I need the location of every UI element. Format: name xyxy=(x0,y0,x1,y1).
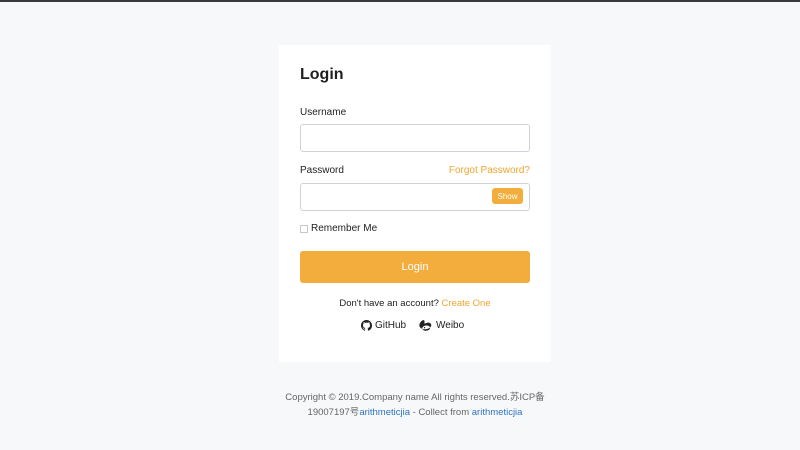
footer-author-link[interactable]: arithmeticjia xyxy=(359,407,410,418)
login-card: Login Username Password Forgot Password?… xyxy=(279,45,551,362)
show-password-button[interactable]: Show xyxy=(492,188,523,204)
footer-copyright: Copyright © 2019.Company name All rights… xyxy=(285,392,545,403)
weibo-icon xyxy=(419,320,432,331)
footer-icp-number: 19007197号 xyxy=(307,407,360,418)
footer-collect-text: - Collect from xyxy=(410,407,472,418)
signup-prompt-text: Don't have an account? xyxy=(339,298,439,309)
create-account-link[interactable]: Create One xyxy=(442,298,491,309)
login-button[interactable]: Login xyxy=(300,251,530,283)
login-title: Login xyxy=(300,66,344,83)
password-label: Password xyxy=(300,165,344,176)
username-input[interactable] xyxy=(300,124,530,152)
top-border xyxy=(0,0,800,2)
weibo-login[interactable]: Weibo xyxy=(419,320,464,331)
footer: Copyright © 2019.Company name All rights… xyxy=(0,390,800,420)
weibo-label: Weibo xyxy=(436,320,465,331)
footer-collect-link[interactable]: arithmeticjia xyxy=(472,407,523,418)
github-login[interactable]: GitHub xyxy=(361,320,406,331)
username-label: Username xyxy=(300,107,347,118)
github-icon xyxy=(361,320,372,331)
signup-prompt: Don't have an account? Create One xyxy=(279,298,551,309)
forgot-password-link[interactable]: Forgot Password? xyxy=(449,165,530,176)
remember-me-checkbox[interactable] xyxy=(300,224,308,233)
github-label: GitHub xyxy=(375,320,407,331)
remember-me-label: Remember Me xyxy=(311,223,378,234)
remember-me[interactable]: Remember Me xyxy=(300,223,377,234)
footer-credits: 19007197号arithmeticjia - Collect from ar… xyxy=(0,405,800,420)
